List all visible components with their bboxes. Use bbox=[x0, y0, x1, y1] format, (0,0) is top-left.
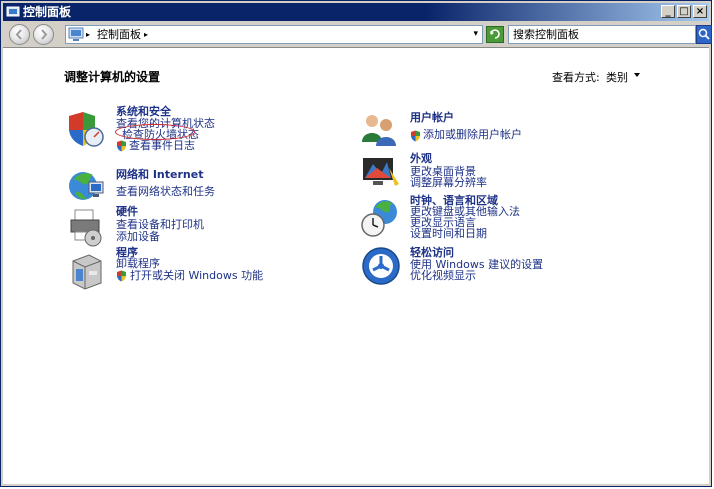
ease-of-access-icon[interactable] bbox=[361, 246, 401, 286]
close-button[interactable]: × bbox=[693, 5, 707, 18]
refresh-button[interactable] bbox=[486, 26, 504, 43]
hardware-title[interactable]: 硬件 bbox=[116, 206, 138, 218]
view-by-chevron-down-icon[interactable] bbox=[634, 73, 640, 77]
system-security-shield-icon[interactable] bbox=[65, 110, 105, 150]
maximize-button[interactable]: □ bbox=[677, 5, 691, 18]
uac-shield-icon bbox=[411, 130, 420, 142]
uac-shield-icon bbox=[117, 140, 126, 152]
search-button[interactable] bbox=[696, 25, 712, 44]
window-title: 控制面板 bbox=[23, 5, 72, 19]
address-dropdown-icon[interactable]: ▾ bbox=[473, 28, 478, 41]
control-panel-window: 控制面板 _ □ × ▸ 控制面板 ▸ ▾ 搜索控制面板 调整计算机的设置 查看… bbox=[0, 0, 712, 487]
appearance-title[interactable]: 外观 bbox=[410, 153, 432, 165]
optimize-visual-display-link[interactable]: 优化视频显示 bbox=[410, 270, 476, 282]
clock-globe-icon[interactable] bbox=[361, 198, 401, 238]
forward-button[interactable] bbox=[33, 24, 54, 45]
content-area: 调整计算机的设置 查看方式: 类别 系统和安全 查看您的计算机状态 检查防火墙状… bbox=[3, 47, 709, 484]
adjust-screen-resolution-link[interactable]: 调整屏幕分辨率 bbox=[410, 177, 487, 189]
address-bar[interactable]: ▸ 控制面板 ▸ ▾ bbox=[65, 25, 483, 44]
page-heading: 调整计算机的设置 bbox=[64, 70, 161, 84]
control-panel-icon bbox=[68, 27, 84, 41]
user-accounts-title[interactable]: 用户帐户 bbox=[410, 112, 454, 124]
search-placeholder: 搜索控制面板 bbox=[513, 28, 579, 41]
back-arrow-icon bbox=[15, 29, 22, 40]
appearance-monitor-icon[interactable] bbox=[361, 154, 401, 194]
control-panel-icon bbox=[6, 6, 20, 17]
view-network-status-link[interactable]: 查看网络状态和任务 bbox=[116, 186, 215, 198]
back-button[interactable] bbox=[9, 24, 30, 45]
forward-arrow-icon bbox=[41, 29, 48, 40]
set-time-date-link[interactable]: 设置时间和日期 bbox=[410, 228, 487, 240]
user-accounts-people-icon[interactable] bbox=[359, 110, 399, 150]
windows-features-link[interactable]: 打开或关闭 Windows 功能 bbox=[130, 270, 263, 282]
hardware-printer-icon[interactable] bbox=[67, 208, 107, 248]
network-globe-icon[interactable] bbox=[67, 166, 107, 206]
breadcrumb-arrow-icon[interactable]: ▸ bbox=[144, 28, 148, 41]
programs-box-icon[interactable] bbox=[67, 251, 107, 291]
firewall-annotation-ellipse bbox=[115, 124, 195, 140]
breadcrumb-arrow-icon[interactable]: ▸ bbox=[86, 28, 90, 41]
refresh-icon bbox=[490, 29, 500, 39]
breadcrumb-control-panel[interactable]: 控制面板 bbox=[97, 28, 141, 41]
add-device-link[interactable]: 添加设备 bbox=[116, 231, 160, 243]
view-by-label: 查看方式: bbox=[552, 71, 600, 84]
minimize-button[interactable]: _ bbox=[661, 5, 675, 18]
navigation-toolbar: ▸ 控制面板 ▸ ▾ 搜索控制面板 bbox=[3, 22, 712, 47]
view-event-logs-link[interactable]: 查看事件日志 bbox=[129, 140, 195, 152]
add-remove-user-link[interactable]: 添加或删除用户帐户 bbox=[423, 129, 522, 141]
search-icon bbox=[698, 28, 710, 40]
view-by-dropdown[interactable]: 类别 bbox=[606, 69, 628, 85]
network-internet-title[interactable]: 网络和 Internet bbox=[116, 169, 203, 181]
title-bar[interactable]: 控制面板 _ □ × bbox=[3, 3, 709, 21]
uac-shield-icon bbox=[117, 270, 126, 282]
search-input[interactable]: 搜索控制面板 bbox=[508, 25, 696, 44]
